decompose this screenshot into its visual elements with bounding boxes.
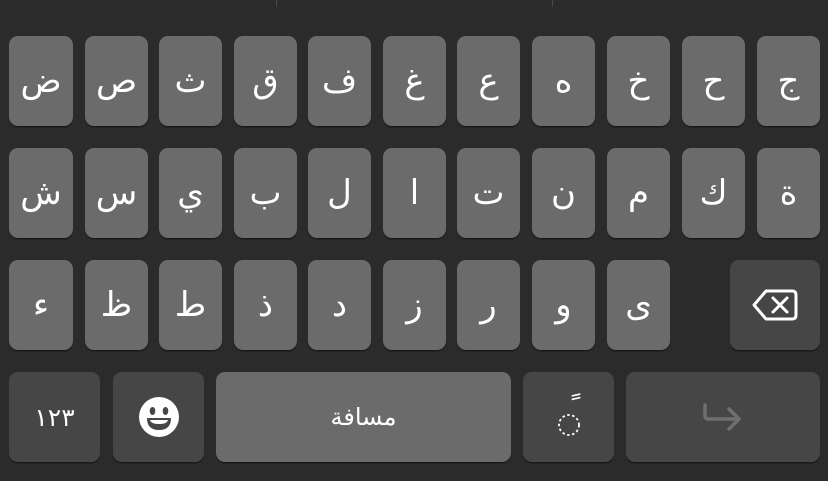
- key-meem[interactable]: م: [607, 148, 670, 238]
- key-kaf[interactable]: ك: [682, 148, 745, 238]
- key-label: ش: [20, 173, 62, 213]
- key-label: ع: [478, 61, 499, 101]
- key-ghain[interactable]: غ: [383, 36, 446, 126]
- key-zah[interactable]: ظ: [85, 260, 148, 350]
- key-label: ا: [409, 173, 420, 213]
- key-dad[interactable]: ض: [9, 36, 73, 126]
- key-label: ي: [177, 173, 204, 213]
- key-label: ز: [406, 285, 423, 325]
- key-theh[interactable]: ث: [159, 36, 222, 126]
- key-heh[interactable]: ه: [532, 36, 595, 126]
- key-label: ل: [327, 173, 352, 213]
- key-reh[interactable]: ر: [457, 260, 520, 350]
- separator-line: [276, 0, 277, 7]
- key-sad[interactable]: ص: [85, 36, 148, 126]
- key-label: و: [555, 285, 572, 325]
- delete-left-icon: [752, 289, 798, 321]
- key-label: ة: [779, 173, 798, 213]
- key-label: ى: [625, 285, 652, 325]
- diacritic-icon: ً: [554, 394, 584, 440]
- key-beh[interactable]: ب: [234, 148, 297, 238]
- key-label: ب: [249, 173, 282, 213]
- key-qaf[interactable]: ق: [234, 36, 297, 126]
- key-waw[interactable]: و: [532, 260, 595, 350]
- space-button[interactable]: مسافة: [216, 372, 511, 462]
- key-alef[interactable]: ا: [383, 148, 446, 238]
- key-seen[interactable]: س: [85, 148, 148, 238]
- return-button[interactable]: [626, 372, 820, 462]
- separator-line: [552, 0, 553, 7]
- key-zain[interactable]: ز: [383, 260, 446, 350]
- key-label: ت: [472, 173, 505, 213]
- key-khah[interactable]: خ: [607, 36, 670, 126]
- key-label: س: [95, 173, 138, 213]
- key-jeem[interactable]: ج: [757, 36, 820, 126]
- key-label: ح: [702, 61, 725, 101]
- key-hah[interactable]: ح: [682, 36, 745, 126]
- key-lam[interactable]: ل: [308, 148, 371, 238]
- key-noon[interactable]: ن: [532, 148, 595, 238]
- key-label: ق: [252, 61, 279, 101]
- key-label: ج: [777, 61, 800, 101]
- key-hamza[interactable]: ء: [9, 260, 73, 350]
- key-label: ظ: [100, 285, 133, 325]
- numbers-label: ١٢٣: [34, 402, 75, 432]
- key-label: م: [627, 173, 650, 213]
- key-tah[interactable]: ط: [159, 260, 222, 350]
- key-label: ف: [321, 61, 358, 101]
- key-label: ء: [33, 285, 49, 325]
- key-dal[interactable]: د: [308, 260, 371, 350]
- key-label: ض: [20, 61, 62, 101]
- key-label: ص: [95, 61, 138, 101]
- delete-button[interactable]: [730, 260, 820, 350]
- return-arrow-icon: [701, 399, 745, 435]
- key-teh-marbuta[interactable]: ة: [757, 148, 820, 238]
- key-label: د: [331, 285, 348, 325]
- emoji-button[interactable]: [113, 372, 204, 462]
- key-label: ذ: [257, 285, 274, 325]
- key-label: ط: [174, 285, 207, 325]
- key-label: ن: [551, 173, 576, 213]
- key-label: خ: [627, 61, 650, 101]
- key-alef-maksura[interactable]: ى: [607, 260, 670, 350]
- numbers-button[interactable]: ١٢٣: [9, 372, 100, 462]
- emoji-face-icon: [138, 396, 180, 438]
- diacritic-button[interactable]: ً: [523, 372, 614, 462]
- key-label: ث: [174, 61, 207, 101]
- key-label: ك: [699, 173, 728, 213]
- key-sheen[interactable]: ش: [9, 148, 73, 238]
- key-thal[interactable]: ذ: [234, 260, 297, 350]
- key-ain[interactable]: ع: [457, 36, 520, 126]
- space-label: مسافة: [330, 403, 397, 431]
- key-teh[interactable]: ت: [457, 148, 520, 238]
- key-feh[interactable]: ف: [308, 36, 371, 126]
- key-label: غ: [404, 61, 425, 101]
- key-label: ر: [480, 285, 497, 325]
- key-yeh[interactable]: ي: [159, 148, 222, 238]
- key-label: ه: [554, 61, 573, 101]
